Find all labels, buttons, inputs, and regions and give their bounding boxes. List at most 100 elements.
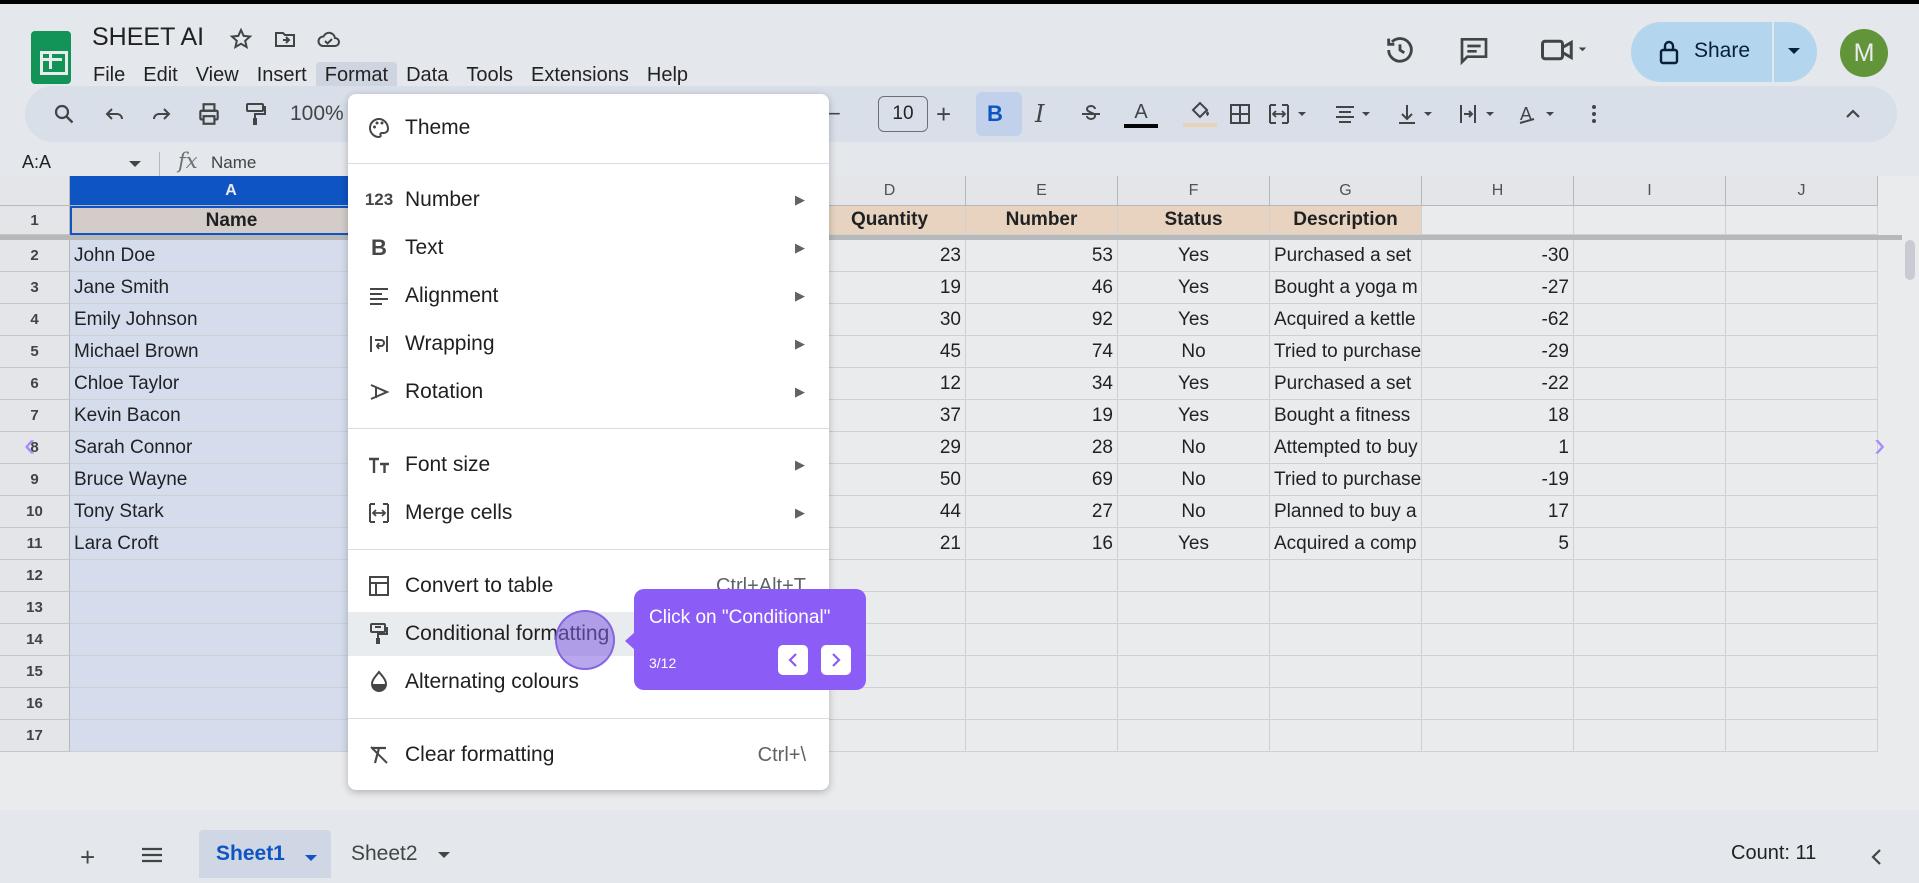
table-cell[interactable] (1574, 688, 1726, 720)
table-cell[interactable]: 16 (966, 528, 1118, 560)
table-cell[interactable] (1574, 528, 1726, 560)
italic-icon[interactable]: I (1035, 100, 1044, 128)
table-cell[interactable]: Jane Smith (70, 272, 393, 304)
table-cell[interactable] (1726, 432, 1878, 464)
fill-color-icon[interactable] (1183, 100, 1217, 128)
menu-view[interactable]: View (187, 62, 248, 89)
table-cell[interactable] (1726, 304, 1878, 336)
menu-extensions[interactable]: Extensions (522, 62, 638, 89)
table-cell[interactable] (1726, 272, 1878, 304)
table-cell[interactable]: Tony Stark (70, 496, 393, 528)
table-cell[interactable]: 44 (814, 496, 966, 528)
column-header-a[interactable]: A (70, 176, 393, 206)
table-cell[interactable] (1726, 528, 1878, 560)
guide-next-button[interactable] (821, 645, 851, 675)
table-cell[interactable] (966, 592, 1118, 624)
table-cell[interactable] (1270, 656, 1422, 688)
table-cell[interactable] (966, 656, 1118, 688)
table-cell[interactable]: -22 (1422, 368, 1574, 400)
share-dropdown-icon[interactable] (1786, 44, 1802, 63)
row-header[interactable]: 17 (0, 720, 70, 752)
header-cell[interactable] (1726, 206, 1878, 235)
decrease-font-size-icon[interactable]: − (828, 100, 841, 128)
meet-icon[interactable] (1535, 32, 1595, 68)
header-cell[interactable]: Number (966, 206, 1118, 235)
table-cell[interactable] (70, 688, 393, 720)
table-cell[interactable]: 74 (966, 336, 1118, 368)
table-cell[interactable]: 29 (814, 432, 966, 464)
increase-font-size-icon[interactable]: + (936, 99, 951, 129)
menu-insert[interactable]: Insert (248, 62, 316, 89)
merge-cells-icon[interactable] (1267, 100, 1311, 128)
row-header[interactable]: 14 (0, 624, 70, 656)
borders-icon[interactable] (1228, 100, 1252, 128)
table-cell[interactable] (1422, 656, 1574, 688)
table-cell[interactable]: 50 (814, 464, 966, 496)
table-cell[interactable]: No (1118, 496, 1270, 528)
guide-next-side-arrow-icon[interactable]: › (1874, 426, 1885, 465)
table-cell[interactable] (1270, 624, 1422, 656)
bold-icon[interactable]: B (987, 100, 1003, 128)
table-cell[interactable] (1118, 656, 1270, 688)
table-cell[interactable]: Kevin Bacon (70, 400, 393, 432)
table-cell[interactable]: 37 (814, 400, 966, 432)
vertical-align-icon[interactable] (1395, 100, 1439, 128)
header-cell[interactable]: Name (70, 206, 393, 235)
table-cell[interactable]: Lara Croft (70, 528, 393, 560)
table-cell[interactable] (1726, 368, 1878, 400)
comments-icon[interactable] (1456, 32, 1492, 68)
table-cell[interactable]: 30 (814, 304, 966, 336)
table-cell[interactable]: Attempted to buy (1270, 432, 1422, 464)
table-cell[interactable] (1574, 304, 1726, 336)
menu-item-alignment[interactable]: Alignment ▶ (348, 274, 829, 318)
table-cell[interactable] (1422, 720, 1574, 752)
table-cell[interactable]: Yes (1118, 272, 1270, 304)
table-cell[interactable] (1574, 432, 1726, 464)
table-cell[interactable]: Yes (1118, 368, 1270, 400)
sheet-tab-sheet1[interactable]: Sheet1 (199, 830, 331, 878)
table-cell[interactable] (1422, 624, 1574, 656)
name-box[interactable]: A:A (22, 152, 51, 173)
row-header[interactable]: 3 (0, 272, 70, 304)
table-cell[interactable]: Yes (1118, 304, 1270, 336)
table-cell[interactable] (1726, 400, 1878, 432)
table-cell[interactable]: -29 (1422, 336, 1574, 368)
menu-item-rotation[interactable]: Rotation ▶ (348, 370, 829, 414)
select-all-corner[interactable] (0, 176, 70, 206)
table-cell[interactable] (1574, 368, 1726, 400)
menu-tools[interactable]: Tools (457, 62, 522, 89)
table-cell[interactable] (1574, 240, 1726, 272)
column-header-f[interactable]: F (1118, 176, 1270, 206)
text-wrapping-icon[interactable] (1457, 100, 1501, 128)
table-cell[interactable]: Tried to purchase (1270, 464, 1422, 496)
table-cell[interactable]: 46 (966, 272, 1118, 304)
menu-item-clear-formatting[interactable]: Clear formatting Ctrl+\ (348, 733, 829, 777)
horizontal-align-icon[interactable] (1333, 100, 1377, 128)
font-size-input[interactable]: 10 (878, 96, 928, 132)
row-header[interactable]: 13 (0, 592, 70, 624)
row-header[interactable]: 6 (0, 368, 70, 400)
table-cell[interactable] (1726, 592, 1878, 624)
table-cell[interactable] (1574, 464, 1726, 496)
table-cell[interactable]: Yes (1118, 400, 1270, 432)
undo-icon[interactable] (103, 100, 127, 128)
table-cell[interactable] (1726, 464, 1878, 496)
table-cell[interactable] (1422, 592, 1574, 624)
row-header[interactable]: 2 (0, 240, 70, 272)
header-cell[interactable] (1422, 206, 1574, 235)
table-cell[interactable] (1574, 624, 1726, 656)
menu-item-wrapping[interactable]: Wrapping ▶ (348, 322, 829, 366)
table-cell[interactable]: 5 (1422, 528, 1574, 560)
table-cell[interactable] (814, 688, 966, 720)
table-cell[interactable] (70, 720, 393, 752)
table-cell[interactable] (1726, 496, 1878, 528)
table-cell[interactable]: No (1118, 432, 1270, 464)
table-cell[interactable]: -27 (1422, 272, 1574, 304)
table-cell[interactable]: No (1118, 464, 1270, 496)
table-cell[interactable] (814, 560, 966, 592)
avatar[interactable]: M (1840, 29, 1888, 77)
table-cell[interactable]: 17 (1422, 496, 1574, 528)
menu-help[interactable]: Help (638, 62, 697, 89)
table-cell[interactable] (1574, 400, 1726, 432)
all-sheets-icon[interactable] (140, 846, 164, 869)
